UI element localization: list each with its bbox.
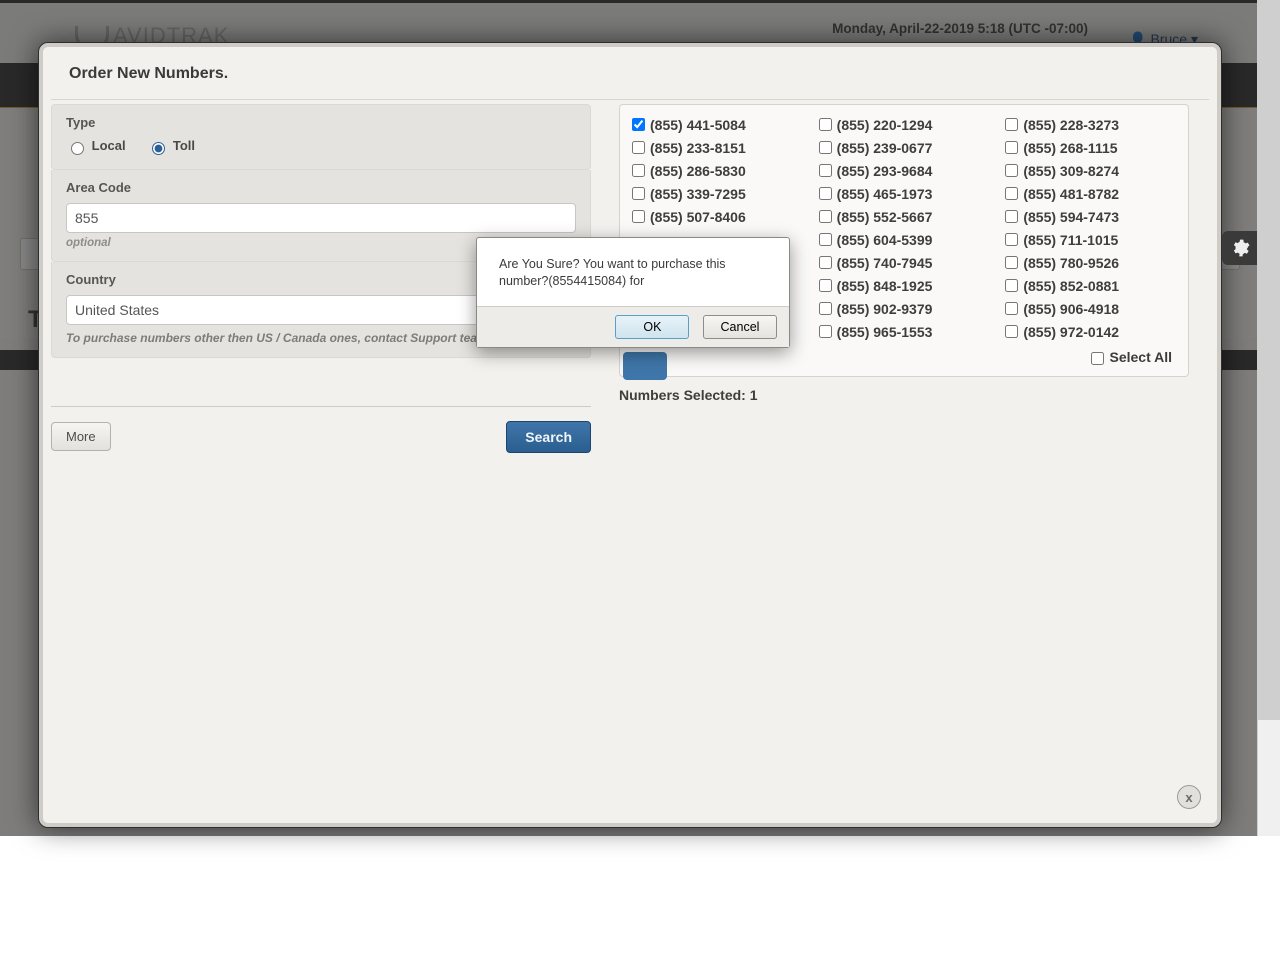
number-item[interactable]: (855) 309-8274 xyxy=(1005,159,1176,182)
select-all[interactable]: Select All xyxy=(1087,349,1172,365)
number-item[interactable]: (855) 286-5830 xyxy=(632,159,803,182)
number-item[interactable]: (855) 233-8151 xyxy=(632,136,803,159)
radio-toll[interactable]: Toll xyxy=(147,138,195,153)
number-item[interactable]: (855) 780-9526 xyxy=(1005,251,1176,274)
number-text: (855) 604-5399 xyxy=(837,232,933,248)
number-text: (855) 286-5830 xyxy=(650,163,746,179)
number-item[interactable]: (855) 902-9379 xyxy=(819,297,990,320)
number-item[interactable]: (855) 339-7295 xyxy=(632,182,803,205)
confirm-message: Are You Sure? You want to purchase this … xyxy=(477,238,789,306)
number-item[interactable]: (855) 228-3273 xyxy=(1005,113,1176,136)
gear-icon xyxy=(1230,238,1250,258)
number-item[interactable]: (855) 604-5399 xyxy=(819,228,990,251)
confirm-cancel-button[interactable]: Cancel xyxy=(703,315,777,339)
number-text: (855) 740-7945 xyxy=(837,255,933,271)
number-text: (855) 233-8151 xyxy=(650,140,746,156)
more-button[interactable]: More xyxy=(51,422,111,451)
app-background: AVIDTRAK Monday, April-22-2019 5:18 (UTC… xyxy=(0,0,1258,836)
number-text: (855) 228-3273 xyxy=(1023,117,1119,133)
number-item[interactable]: (855) 441-5084 xyxy=(632,113,803,136)
number-item[interactable]: (855) 711-1015 xyxy=(1005,228,1176,251)
modal-title: Order New Numbers. xyxy=(39,43,1221,93)
buy-button-hidden[interactable] xyxy=(623,352,667,380)
numbers-col-2: (855) 220-1294 (855) 239-0677 (855) 293-96… xyxy=(819,113,990,343)
number-item[interactable]: (855) 740-7945 xyxy=(819,251,990,274)
number-text: (855) 239-0677 xyxy=(837,140,933,156)
number-text: (855) 293-9684 xyxy=(837,163,933,179)
number-item[interactable]: (855) 965-1553 xyxy=(819,320,990,343)
confirm-dialog: Are You Sure? You want to purchase this … xyxy=(476,237,790,348)
number-item[interactable]: (855) 906-4918 xyxy=(1005,297,1176,320)
numbers-selected-label: Numbers Selected: 1 xyxy=(619,387,1189,403)
number-text: (855) 965-1553 xyxy=(837,324,933,340)
number-item[interactable]: (855) 852-0881 xyxy=(1005,274,1176,297)
number-item[interactable]: (855) 507-8406 xyxy=(632,205,803,228)
number-item[interactable]: (855) 594-7473 xyxy=(1005,205,1176,228)
number-text: (855) 852-0881 xyxy=(1023,278,1119,294)
close-icon[interactable]: x xyxy=(1177,785,1201,809)
right-column: (855) 441-5084 (855) 233-8151 (855) 286-58… xyxy=(619,104,1189,813)
number-text: (855) 552-5667 xyxy=(837,209,933,225)
number-item[interactable]: (855) 481-8782 xyxy=(1005,182,1176,205)
radio-local[interactable]: Local xyxy=(66,138,126,153)
vertical-scrollbar[interactable] xyxy=(1257,0,1280,836)
number-text: (855) 268-1115 xyxy=(1023,140,1117,156)
numbers-col-3: (855) 228-3273 (855) 268-1115 (855) 309-82… xyxy=(1005,113,1176,343)
modal-body: Type Local Toll Area Code optional Count… xyxy=(51,99,1209,813)
number-text: (855) 780-9526 xyxy=(1023,255,1119,271)
number-item[interactable]: (855) 552-5667 xyxy=(819,205,990,228)
search-button[interactable]: Search xyxy=(506,421,591,453)
scrollbar-thumb[interactable] xyxy=(1258,0,1280,720)
number-text: (855) 711-1015 xyxy=(1023,232,1118,248)
number-text: (855) 906-4918 xyxy=(1023,301,1119,317)
number-text: (855) 594-7473 xyxy=(1023,209,1119,225)
number-item[interactable]: (855) 220-1294 xyxy=(819,113,990,136)
settings-tab[interactable] xyxy=(1222,231,1258,265)
number-text: (855) 507-8406 xyxy=(650,209,746,225)
number-text: (855) 309-8274 xyxy=(1023,163,1119,179)
order-numbers-modal: Order New Numbers. Type Local Toll Area … xyxy=(38,42,1222,828)
number-text: (855) 902-9379 xyxy=(837,301,933,317)
number-text: (855) 848-1925 xyxy=(837,278,933,294)
number-item[interactable]: (855) 293-9684 xyxy=(819,159,990,182)
number-text: (855) 339-7295 xyxy=(650,186,746,202)
number-text: (855) 465-1973 xyxy=(837,186,933,202)
area-code-input[interactable] xyxy=(66,203,576,233)
number-text: (855) 220-1294 xyxy=(837,117,933,133)
confirm-ok-button[interactable]: OK xyxy=(615,315,689,339)
area-code-label: Area Code xyxy=(66,180,576,195)
number-text: (855) 972-0142 xyxy=(1023,324,1119,340)
number-item[interactable]: (855) 239-0677 xyxy=(819,136,990,159)
number-text: (855) 441-5084 xyxy=(650,117,746,133)
number-item[interactable]: (855) 268-1115 xyxy=(1005,136,1176,159)
number-text: (855) 481-8782 xyxy=(1023,186,1119,202)
number-item[interactable]: (855) 972-0142 xyxy=(1005,320,1176,343)
type-label: Type xyxy=(66,115,576,130)
number-item[interactable]: (855) 848-1925 xyxy=(819,274,990,297)
left-column: Type Local Toll Area Code optional Count… xyxy=(51,104,591,813)
number-item[interactable]: (855) 465-1973 xyxy=(819,182,990,205)
